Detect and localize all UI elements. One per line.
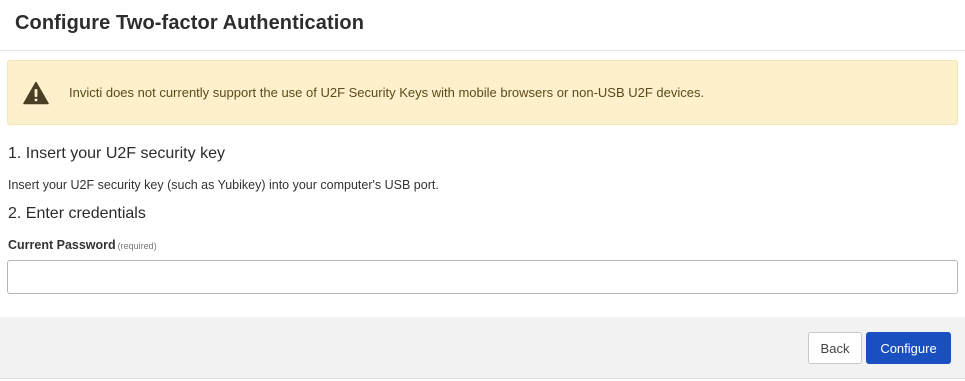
current-password-input[interactable] xyxy=(7,260,958,294)
step-2-title: 2. Enter credentials xyxy=(8,205,146,222)
warning-triangle-icon xyxy=(23,81,49,105)
modal-header: Configure Two-factor Authentication xyxy=(0,0,965,51)
current-password-label-text: Current Password xyxy=(8,238,116,252)
step-1-description: Insert your U2F security key (such as Yu… xyxy=(8,178,439,192)
warning-alert: Invicti does not currently support the u… xyxy=(7,60,958,125)
modal-footer: Back Configure xyxy=(0,317,965,379)
step-1-title: 1. Insert your U2F security key xyxy=(8,145,225,162)
configure-button[interactable]: Configure xyxy=(866,332,951,364)
configure-2fa-modal: Configure Two-factor Authentication Invi… xyxy=(0,0,965,381)
modal-title: Configure Two-factor Authentication xyxy=(15,12,365,34)
current-password-label: Current Password (required) xyxy=(8,238,157,252)
required-indicator: (required) xyxy=(117,241,157,251)
back-button[interactable]: Back xyxy=(808,332,862,364)
warning-message: Invicti does not currently support the u… xyxy=(69,85,705,100)
